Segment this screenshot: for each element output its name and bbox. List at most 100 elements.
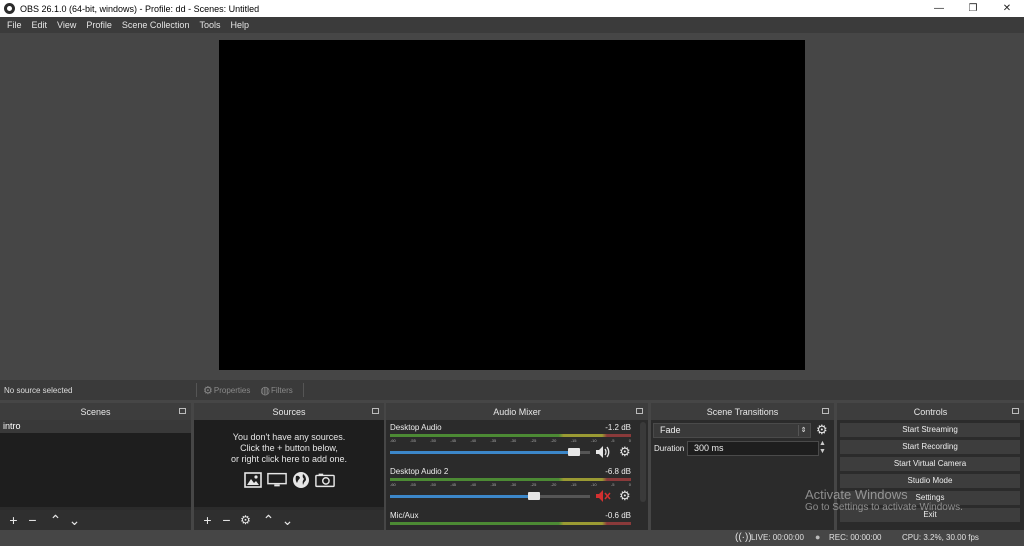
- speaker-muted-icon[interactable]: [595, 489, 611, 503]
- move-up-icon[interactable]: ⌃: [259, 510, 278, 530]
- move-up-icon[interactable]: ⌃: [46, 510, 65, 530]
- mixer-track: Desktop Audio 2 -6.8 dB -60 -55 -50 -45 -40 -…: [390, 467, 635, 511]
- scene-transitions-dock-title: Scene Transitions: [651, 403, 834, 420]
- window-title: OBS 26.1.0 (64-bit, windows) - Profile: …: [20, 3, 260, 14]
- track-name: Mic/Aux: [390, 511, 419, 520]
- close-icon[interactable]: ✕: [990, 0, 1024, 17]
- start-virtual-camera-button[interactable]: Start Virtual Camera: [840, 457, 1020, 471]
- sources-dock: Sources You don't have any sources. Clic…: [194, 403, 384, 530]
- preview-canvas[interactable]: [219, 40, 805, 370]
- source-toolbar: No source selected ⚙ Properties ◍ Filter…: [0, 380, 1024, 400]
- watermark-line: Activate Windows: [805, 487, 908, 502]
- tick-label: -20: [550, 438, 557, 443]
- tick-label: -15: [570, 482, 577, 487]
- scenes-body: intro + − ⌃ ⌄: [0, 420, 191, 530]
- add-scene-icon[interactable]: +: [4, 510, 23, 530]
- speaker-icon[interactable]: [595, 445, 611, 459]
- camera-icon: [315, 471, 335, 489]
- sources-title: Sources: [272, 406, 306, 417]
- start-recording-button[interactable]: Start Recording: [840, 440, 1020, 454]
- gear-icon[interactable]: ⚙: [816, 422, 828, 438]
- menu-view[interactable]: View: [52, 20, 81, 30]
- scenes-dock-title: Scenes: [0, 403, 191, 420]
- scene-item[interactable]: intro: [0, 420, 191, 433]
- minimize-icon[interactable]: —: [922, 0, 956, 17]
- image-icon: [243, 471, 263, 489]
- duration-field[interactable]: 300 ms: [687, 441, 819, 456]
- undock-icon[interactable]: [372, 408, 379, 414]
- tick-label: -40: [470, 482, 477, 487]
- track-name: Desktop Audio 2: [390, 467, 449, 476]
- scenes-dock: Scenes intro + − ⌃ ⌄: [0, 403, 191, 530]
- menu-profile[interactable]: Profile: [81, 20, 117, 30]
- scenes-title: Scenes: [80, 406, 111, 417]
- menu-edit[interactable]: Edit: [27, 20, 53, 30]
- tick-label: -45: [450, 482, 457, 487]
- track-db: -1.2 dB: [605, 423, 631, 432]
- move-down-icon[interactable]: ⌄: [65, 510, 84, 530]
- transition-select[interactable]: Fade ⇕: [653, 423, 811, 438]
- gear-icon[interactable]: ⚙: [619, 444, 631, 460]
- watermark-line: Go to Settings to activate Windows.: [805, 502, 963, 513]
- globe-icon: [291, 471, 311, 489]
- menu-help[interactable]: Help: [225, 20, 254, 30]
- live-time: LIVE: 00:00:00: [751, 533, 804, 542]
- audio-mixer-title: Audio Mixer: [493, 406, 541, 417]
- track-db: -6.8 dB: [605, 467, 631, 476]
- undock-icon[interactable]: [822, 408, 829, 414]
- meter-ticks: -60 -55 -50 -45 -40 -35 -30 -25 -20 -15 -10 -5 0: [390, 482, 631, 488]
- sources-dock-title: Sources: [194, 403, 384, 420]
- tick-label: -10: [590, 438, 597, 443]
- add-source-icon[interactable]: +: [198, 510, 217, 530]
- mixer-scrollbar[interactable]: [640, 422, 646, 502]
- audio-mixer-dock: Audio Mixer Desktop Audio -1.2 dB -60 -55…: [386, 403, 648, 530]
- tick-label: -30: [510, 482, 517, 487]
- tick-label: -40: [470, 438, 477, 443]
- undock-icon[interactable]: [1012, 408, 1019, 414]
- duration-value: 300 ms: [694, 443, 724, 453]
- sources-toolbar: + − ⚙ ⌃ ⌄: [194, 510, 384, 530]
- tick-label: -50: [430, 438, 436, 443]
- toolbar-divider: [302, 383, 304, 397]
- tick-label: -5: [610, 438, 615, 443]
- volume-slider[interactable]: [390, 448, 590, 456]
- gear-icon[interactable]: ⚙: [619, 488, 631, 504]
- volume-slider[interactable]: [390, 492, 590, 500]
- undock-icon[interactable]: [179, 408, 186, 414]
- restore-icon[interactable]: ❐: [956, 0, 990, 17]
- tick-label: -5: [610, 482, 615, 487]
- tick-label: -30: [510, 438, 517, 443]
- mixer-track: Desktop Audio -1.2 dB -60 -55 -50 -45 -40 -35…: [390, 423, 635, 467]
- tick-label: -60: [390, 438, 396, 443]
- move-down-icon[interactable]: ⌄: [278, 510, 297, 530]
- volume-slider-fill: [390, 495, 534, 498]
- filters-button[interactable]: ◍ Filters: [260, 384, 292, 397]
- sources-empty-line: or right click here to add one.: [230, 454, 348, 464]
- undock-icon[interactable]: [636, 408, 643, 414]
- tick-label: -55: [410, 482, 416, 487]
- tick-label: -10: [590, 482, 597, 487]
- volume-slider-knob[interactable]: [568, 448, 580, 456]
- menu-tools[interactable]: Tools: [194, 20, 225, 30]
- sources-empty-line: Click the + button below,: [240, 443, 338, 453]
- tick-label: -35: [490, 482, 497, 487]
- source-type-icons: [194, 471, 384, 489]
- start-streaming-button[interactable]: Start Streaming: [840, 423, 1020, 437]
- audio-mixer-body: Desktop Audio -1.2 dB -60 -55 -50 -45 -40 -35…: [386, 420, 648, 530]
- meter-ticks: -60 -55 -50 -45 -40 -35 -30 -25 -20 -15 -10 -5 0: [390, 438, 631, 444]
- tick-label: -25: [530, 438, 537, 443]
- mixer-track: Mic/Aux -0.6 dB: [390, 511, 635, 530]
- track-db: -0.6 dB: [605, 511, 631, 520]
- cpu-fps: CPU: 3.2%, 30.00 fps: [902, 533, 979, 542]
- studio-mode-button[interactable]: Studio Mode: [840, 474, 1020, 488]
- sources-empty-area[interactable]: You don't have any sources. Click the + …: [194, 420, 384, 507]
- remove-scene-icon[interactable]: −: [23, 510, 42, 530]
- remove-source-icon[interactable]: −: [217, 510, 236, 530]
- duration-stepper[interactable]: ▲ ▼: [819, 440, 826, 456]
- gear-icon[interactable]: ⚙: [236, 510, 255, 530]
- menu-file[interactable]: File: [2, 20, 27, 30]
- tick-label: -60: [390, 482, 396, 487]
- menu-scene-collection[interactable]: Scene Collection: [117, 20, 195, 30]
- properties-button[interactable]: ⚙ Properties: [203, 384, 250, 397]
- volume-slider-knob[interactable]: [528, 492, 540, 500]
